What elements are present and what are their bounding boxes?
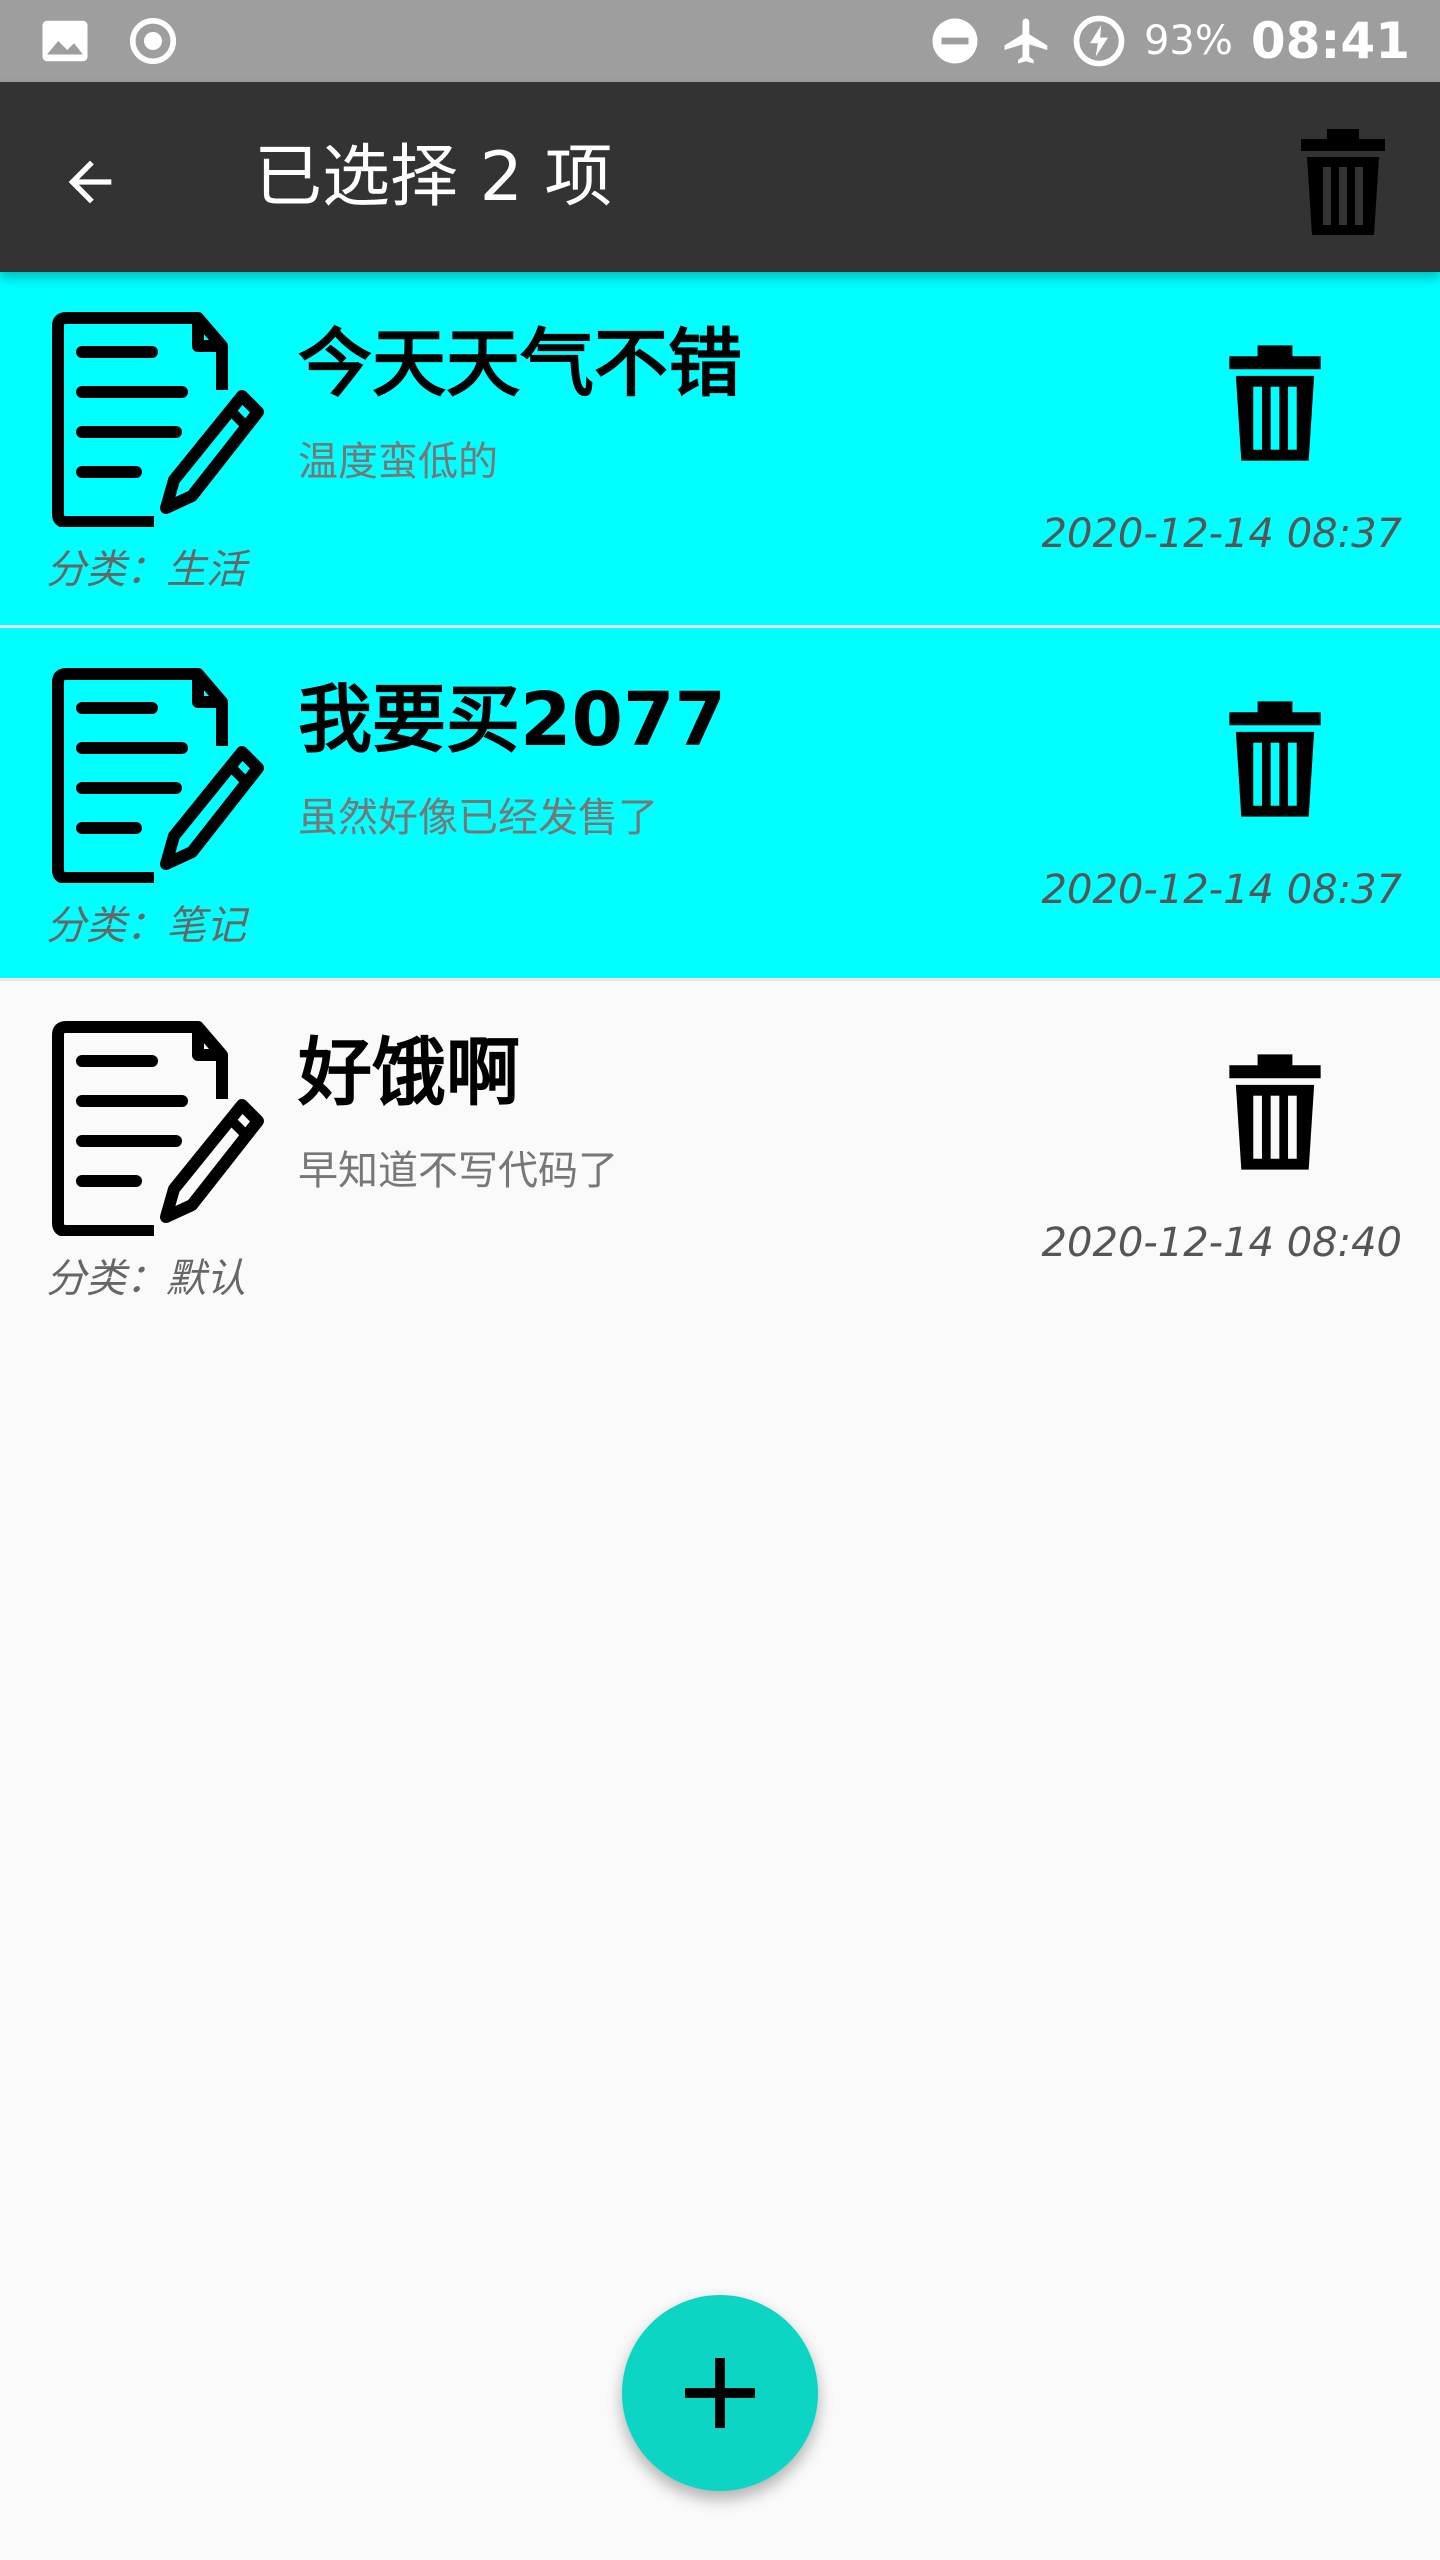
note-list: 今天天气不错 温度蛮低的 分类：生活 2020-12-14 08:37 我要买2… [0,272,1440,1331]
note-delete-button[interactable] [1220,1047,1330,1177]
trash-icon [1229,1054,1321,1170]
trash-icon [1229,701,1321,817]
selection-count-title: 已选择 2 项 [254,138,613,217]
image-icon [42,20,88,62]
action-bar: 已选择 2 项 [0,82,1440,272]
note-date: 2020-12-14 08:40 [1041,1220,1402,1266]
battery-percentage: 93% [1143,18,1233,64]
back-arrow-icon [68,160,112,204]
back-button[interactable] [42,134,138,230]
status-left-icons [38,14,180,68]
note-document-icon [52,312,264,527]
do-not-disturb-icon [932,18,978,64]
airplane-mode-icon [1004,18,1048,64]
status-bar: 93% 08:41 [0,0,1440,82]
note-date: 2020-12-14 08:37 [1041,867,1402,913]
note-category: 分类：生活 [46,547,246,593]
trash-icon [1301,129,1385,235]
note-title: 好饿啊 [298,1030,520,1116]
status-right-icons: 93% 08:41 [928,12,1410,70]
note-category: 分类：笔记 [46,903,246,949]
note-delete-button[interactable] [1220,694,1330,824]
battery-charging-icon [1073,15,1125,67]
note-title: 我要买2077 [298,677,726,763]
note-document-icon [52,1021,264,1236]
clock-time: 08:41 [1250,12,1410,70]
plus-icon [685,2358,755,2428]
delete-selected-button[interactable] [1288,122,1398,242]
note-date: 2020-12-14 08:37 [1041,511,1402,557]
trash-icon [1229,345,1321,461]
add-note-button[interactable] [622,2295,818,2491]
note-content: 温度蛮低的 [298,439,498,485]
note-category: 分类：默认 [46,1256,246,1302]
record-icon [129,17,177,65]
note-document-icon [52,668,264,883]
note-content: 早知道不写代码了 [298,1148,618,1194]
note-delete-button[interactable] [1220,338,1330,468]
note-list-item[interactable]: 好饿啊 早知道不写代码了 分类：默认 2020-12-14 08:40 [0,978,1440,1331]
note-list-item[interactable]: 今天天气不错 温度蛮低的 分类：生活 2020-12-14 08:37 [0,272,1440,625]
note-list-item[interactable]: 我要买2077 虽然好像已经发售了 分类：笔记 2020-12-14 08:37 [0,625,1440,978]
note-content: 虽然好像已经发售了 [298,795,658,841]
note-title: 今天天气不错 [298,321,742,407]
